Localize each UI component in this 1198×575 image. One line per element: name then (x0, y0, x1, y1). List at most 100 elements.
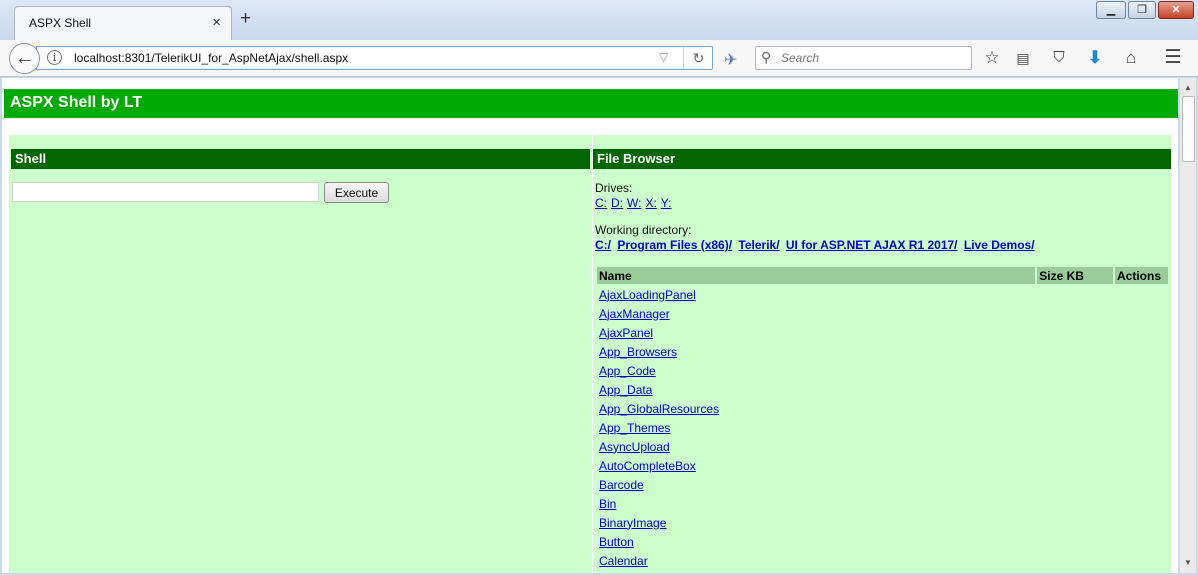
info-icon[interactable]: i (47, 50, 62, 65)
sync-icon[interactable]: ✈ (724, 50, 737, 70)
close-tab-icon[interactable]: × (212, 14, 221, 31)
file-actions-cell (1115, 476, 1168, 493)
folder-link[interactable]: App_GlobalResources (599, 402, 719, 416)
file-name-cell: AjaxManager (597, 305, 1035, 322)
scroll-down-icon[interactable]: ▼ (1180, 555, 1196, 571)
file-size-cell (1037, 419, 1113, 436)
file-actions-cell (1115, 362, 1168, 379)
file-actions-cell (1115, 343, 1168, 360)
folder-link[interactable]: App_Browsers (599, 345, 677, 359)
file-name-cell: AsyncUpload (597, 438, 1035, 455)
folder-link[interactable]: AjaxPanel (599, 326, 653, 340)
drives-list: C: D: W: X: Y: (595, 196, 675, 210)
path-segment-link[interactable]: Program Files (x86)/ (617, 238, 732, 252)
table-row: Calendar (597, 552, 1168, 569)
file-actions-cell (1115, 305, 1168, 322)
table-row: Bin (597, 495, 1168, 512)
table-row: App_GlobalResources (597, 400, 1168, 417)
address-bar[interactable]: i localhost:8301/TelerikUI_for_AspNetAja… (36, 46, 713, 70)
file-name-cell: Bin (597, 495, 1035, 512)
table-row: BinaryImage (597, 514, 1168, 531)
scroll-up-icon[interactable]: ▲ (1180, 80, 1196, 96)
command-input[interactable] (12, 182, 319, 202)
drives-label: Drives: (595, 181, 633, 195)
path-segment-link[interactable]: C:/ (595, 238, 611, 252)
file-table: Name Size KB Actions AjaxLoadingPanel Aja… (595, 265, 1170, 571)
table-row: App_Browsers (597, 343, 1168, 360)
drive-link[interactable]: W: (627, 196, 641, 210)
scroll-thumb[interactable] (1182, 96, 1195, 162)
folder-link[interactable]: AjaxLoadingPanel (599, 288, 696, 302)
file-browser-heading: File Browser (593, 149, 1171, 169)
bookmark-star-icon[interactable]: ☆ (980, 46, 1004, 70)
file-size-cell (1037, 476, 1113, 493)
file-name-cell: Calendar (597, 552, 1035, 569)
file-actions-cell (1115, 286, 1168, 303)
table-row: Barcode (597, 476, 1168, 493)
working-directory-path: C:/ Program Files (x86)/ Telerik/ UI for… (595, 238, 1038, 252)
file-actions-cell (1115, 438, 1168, 455)
dropdown-icon[interactable]: ▽ (659, 50, 668, 64)
file-name-cell: App_Code (597, 362, 1035, 379)
folder-link[interactable]: Barcode (599, 478, 644, 492)
file-browser-panel: File Browser Drives: C: D: W: X: Y: Working … (593, 135, 1171, 573)
menu-icon[interactable]: ☰ (1161, 46, 1185, 70)
working-directory-label: Working directory: (595, 223, 692, 237)
file-actions-cell (1115, 400, 1168, 417)
maximize-button[interactable]: ❐ (1128, 1, 1156, 19)
table-row: Button (597, 533, 1168, 550)
search-placeholder: Search (781, 51, 820, 65)
file-name-cell: App_Browsers (597, 343, 1035, 360)
shell-heading: Shell (11, 149, 590, 169)
pocket-icon[interactable]: ⛉ (1047, 46, 1071, 70)
reading-list-icon[interactable]: ▤ (1011, 46, 1035, 70)
download-icon[interactable]: ⬇ (1083, 46, 1107, 70)
folder-link[interactable]: App_Code (599, 364, 656, 378)
path-segment-link[interactable]: Telerik/ (738, 238, 779, 252)
file-actions-cell (1115, 514, 1168, 531)
title-bar: ASPX Shell × + ▁ ❐ ✕ (0, 0, 1198, 40)
reload-icon[interactable]: ↻ (683, 47, 713, 69)
file-size-cell (1037, 533, 1113, 550)
window-close-button[interactable]: ✕ (1158, 1, 1194, 19)
home-icon[interactable]: ⌂ (1119, 46, 1143, 70)
url-text[interactable]: localhost:8301/TelerikUI_for_AspNetAjax/… (74, 51, 348, 65)
path-segment-link[interactable]: Live Demos/ (964, 238, 1035, 252)
folder-link[interactable]: Button (599, 535, 634, 549)
folder-link[interactable]: Calendar (599, 554, 648, 568)
file-size-cell (1037, 514, 1113, 531)
file-name-cell: AjaxLoadingPanel (597, 286, 1035, 303)
folder-link[interactable]: AjaxManager (599, 307, 670, 321)
folder-link[interactable]: Bin (599, 497, 616, 511)
folder-link[interactable]: App_Themes (599, 421, 670, 435)
search-input[interactable]: ⚲ Search (755, 46, 972, 70)
folder-link[interactable]: AutoCompleteBox (599, 459, 696, 473)
folder-link[interactable]: BinaryImage (599, 516, 666, 530)
vertical-scrollbar[interactable]: ▲ ▼ (1179, 78, 1196, 573)
browser-tab[interactable]: ASPX Shell × (14, 6, 232, 40)
table-row: AjaxLoadingPanel (597, 286, 1168, 303)
folder-link[interactable]: App_Data (599, 383, 652, 397)
drive-link[interactable]: X: (645, 196, 656, 210)
back-icon[interactable]: ← (9, 43, 40, 74)
file-size-cell (1037, 552, 1113, 569)
file-size-cell (1037, 305, 1113, 322)
table-header-row: Name Size KB Actions (597, 267, 1168, 284)
page-viewport: ASPX Shell by LT Shell Execute File Brow… (2, 78, 1178, 573)
drive-link[interactable]: Y: (661, 196, 672, 210)
drive-link[interactable]: C: (595, 196, 607, 210)
table-row: App_Code (597, 362, 1168, 379)
page-header: ASPX Shell by LT (4, 89, 1178, 118)
search-icon: ⚲ (761, 49, 772, 65)
folder-link[interactable]: AsyncUpload (599, 440, 670, 454)
execute-button[interactable]: Execute (324, 182, 389, 203)
file-name-cell: AjaxPanel (597, 324, 1035, 341)
drive-link[interactable]: D: (611, 196, 623, 210)
path-segment-link[interactable]: UI for ASP.NET AJAX R1 2017/ (786, 238, 958, 252)
file-size-cell (1037, 381, 1113, 398)
file-actions-cell (1115, 533, 1168, 550)
new-tab-icon[interactable]: + (240, 9, 251, 28)
minimize-button[interactable]: ▁ (1096, 1, 1126, 19)
column-header-name: Name (597, 267, 1036, 284)
file-name-cell: BinaryImage (597, 514, 1035, 531)
